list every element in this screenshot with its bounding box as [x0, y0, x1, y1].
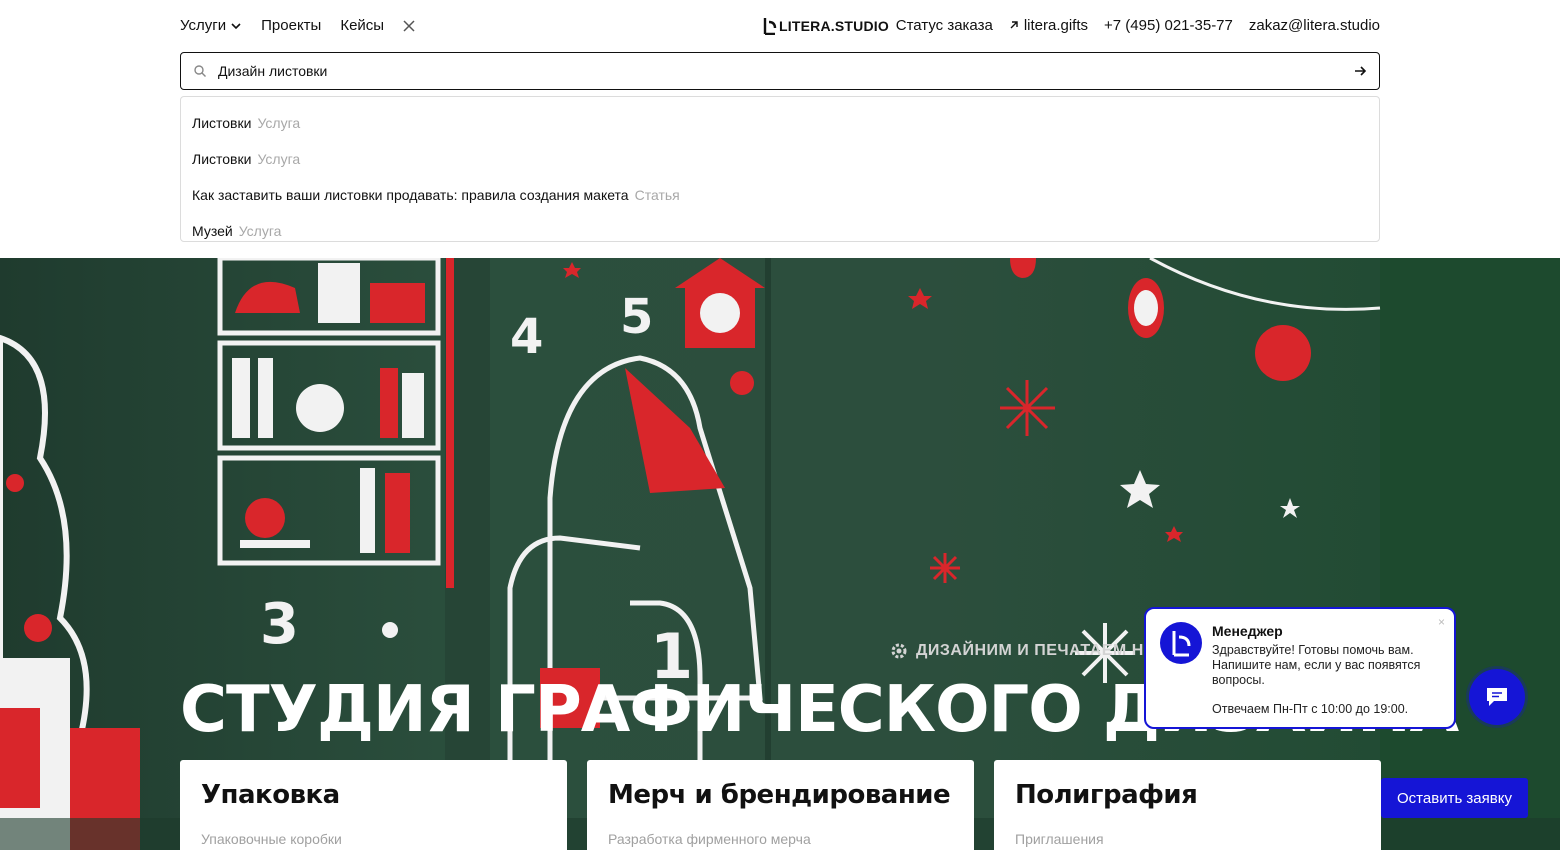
order-status-link[interactable]: Статус заказа [896, 17, 993, 34]
chat-popup: Менеджер Здравствуйте! Готовы помочь вам… [1144, 607, 1456, 729]
hero-tagline-text: ДИЗАЙНИМ И ПЕЧАТАЕМ Н [916, 642, 1144, 659]
nav-cases[interactable]: Кейсы [340, 17, 384, 34]
nav-projects[interactable]: Проекты [261, 17, 321, 34]
card-title: Упаковка [201, 780, 340, 810]
chat-message: Здравствуйте! Готовы помочь вам. Напишит… [1212, 643, 1421, 687]
suggestion-type: Услуга [238, 223, 282, 239]
main-nav: Услуги Проекты Кейсы [180, 17, 416, 34]
suggestion-type: Статья [634, 187, 680, 203]
arrow-right-icon[interactable] [1353, 64, 1367, 78]
chat-close-icon[interactable]: × [1438, 615, 1445, 629]
card-title: Полиграфия [1015, 780, 1198, 810]
leave-request-button[interactable]: Оставить заявку [1381, 778, 1528, 818]
suggestion-item[interactable]: Как заставить ваши листовки продавать: п… [181, 177, 1379, 213]
svg-text:5: 5 [620, 289, 653, 345]
card-subtitle[interactable]: Упаковочные коробки [201, 831, 546, 847]
manager-avatar [1160, 622, 1202, 664]
phone-link[interactable]: +7 (495) 021-35-77 [1104, 17, 1233, 34]
close-search-icon[interactable] [402, 19, 416, 33]
chat-sender-name: Менеджер [1212, 623, 1283, 639]
suggestion-type: Услуга [257, 151, 301, 167]
chat-open-button[interactable] [1469, 669, 1525, 725]
card-subtitle[interactable]: Разработка фирменного мерча [608, 831, 953, 847]
contact-nav: Статус заказа litera.gifts +7 (495) 021-… [896, 17, 1380, 34]
search-input[interactable] [218, 63, 1353, 79]
nav-projects-label: Проекты [261, 17, 322, 34]
nav-cases-label: Кейсы [340, 17, 385, 34]
litera-logo-icon [763, 18, 777, 35]
gifts-link-label: litera.gifts [1023, 17, 1089, 34]
gear-icon [891, 643, 907, 659]
logo[interactable]: LITERA.STUDIO [763, 17, 889, 35]
search-bar [180, 52, 1380, 90]
logo-text: LITERA.STUDIO [779, 18, 889, 34]
suggestion-title: Как заставить ваши листовки продавать: п… [192, 187, 629, 203]
suggestion-title: Листовки [192, 115, 252, 131]
suggestion-type: Услуга [257, 115, 301, 131]
search-icon [194, 65, 206, 77]
email-link[interactable]: zakaz@litera.studio [1249, 17, 1380, 34]
search-suggestions: Листовки Услуга Листовки Услуга Как заст… [180, 96, 1380, 242]
chat-hours: Отвечаем Пн-Пт с 10:00 до 19:00. [1212, 702, 1409, 716]
chevron-down-icon [231, 22, 241, 29]
card-title: Мерч и брендирование [608, 780, 951, 810]
litera-logo-icon [1172, 631, 1191, 657]
card-subtitle[interactable]: Приглашения [1015, 831, 1360, 847]
suggestion-item[interactable]: Листовки Услуга [181, 105, 1379, 141]
suggestion-item[interactable]: Музей Услуга [181, 213, 1379, 249]
service-card-packaging[interactable]: Упаковка Упаковочные коробки [180, 760, 567, 850]
nav-services-label: Услуги [180, 17, 227, 34]
suggestion-title: Музей [192, 223, 233, 239]
gifts-link[interactable]: litera.gifts [1009, 17, 1088, 34]
nav-services[interactable]: Услуги [180, 17, 242, 34]
hero-section: 4 5 3 1 ДИЗАЙНИМ И ПЕЧАТАЕМ Н СТУДИЯ ГРА… [0, 258, 1560, 850]
hero-tagline: ДИЗАЙНИМ И ПЕЧАТАЕМ Н [890, 642, 1144, 660]
chat-bubble-icon [1487, 688, 1507, 706]
suggestion-title: Листовки [192, 151, 252, 167]
service-cards: Упаковка Упаковочные коробки Мерч и брен… [180, 760, 1381, 850]
service-card-printing[interactable]: Полиграфия Приглашения [994, 760, 1381, 850]
external-arrow-icon [1010, 21, 1018, 29]
svg-text:3: 3 [260, 592, 299, 657]
svg-text:4: 4 [510, 309, 543, 365]
service-card-merch[interactable]: Мерч и брендирование Разработка фирменно… [587, 760, 974, 850]
suggestion-item[interactable]: Листовки Услуга [181, 141, 1379, 177]
site-header: Услуги Проекты Кейсы LITERA.STUDIO Стату… [0, 0, 1560, 258]
